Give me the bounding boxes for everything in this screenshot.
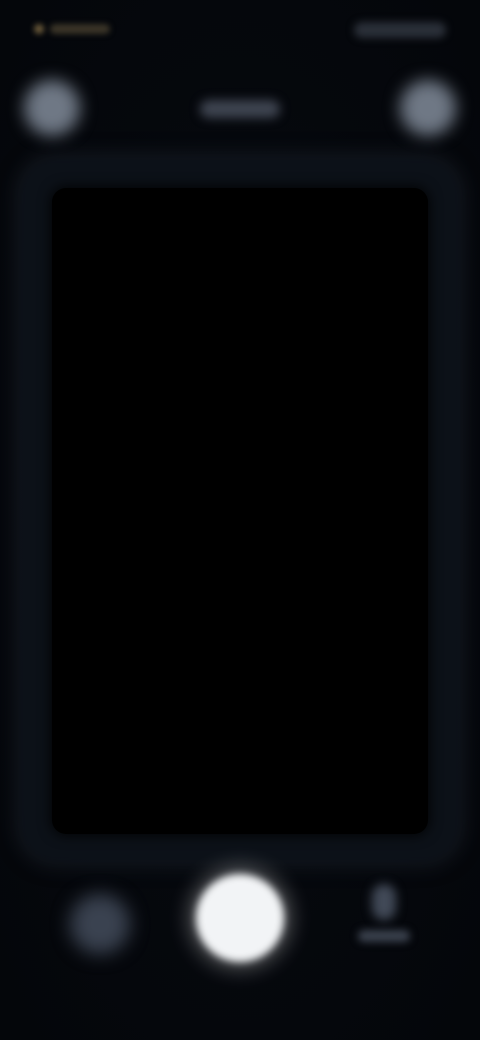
camera-switch-label xyxy=(358,930,410,942)
status-right-indicators xyxy=(354,22,446,38)
bottom-controls xyxy=(0,860,480,980)
camera-switch-button[interactable] xyxy=(352,884,416,960)
top-controls xyxy=(0,72,480,148)
flash-button[interactable] xyxy=(24,80,80,136)
status-time-placeholder xyxy=(50,24,110,34)
shutter-button[interactable] xyxy=(196,874,284,962)
camera-screen xyxy=(0,0,480,1040)
camera-switch-icon xyxy=(372,884,396,920)
camera-viewfinder[interactable] xyxy=(52,188,428,834)
settings-button[interactable] xyxy=(400,80,456,136)
status-bar xyxy=(0,0,480,60)
status-dot-icon xyxy=(34,24,44,34)
camera-mode-label xyxy=(200,100,280,118)
status-left-indicator xyxy=(34,18,134,40)
gallery-button[interactable] xyxy=(70,894,130,954)
